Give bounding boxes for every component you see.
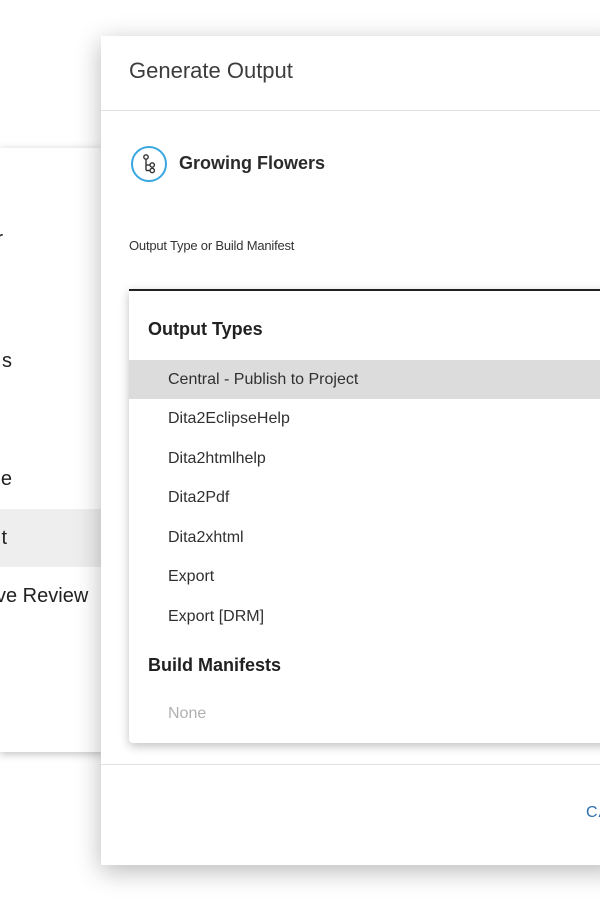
option-central-publish[interactable]: Central - Publish to Project <box>129 360 600 399</box>
option-dita2eclipsehelp[interactable]: Dita2EclipseHelp <box>129 399 600 438</box>
background-menu-item[interactable]: s <box>0 332 104 390</box>
dialog-title: Generate Output <box>129 58 293 83</box>
build-manifests-group-header: Build Manifests <box>148 655 282 675</box>
generate-output-dialog: Generate Output Growing Flowers Output T… <box>101 36 600 865</box>
option-dita2pdf[interactable]: Dita2Pdf <box>129 478 600 517</box>
footer-divider <box>101 764 600 765</box>
output-type-field-label: Output Type or Build Manifest <box>129 238 295 253</box>
background-menu-item[interactable]: r <box>0 210 104 268</box>
background-menu-item[interactable]: e <box>0 450 104 508</box>
option-none: None <box>168 705 207 722</box>
option-dita2xhtml[interactable]: Dita2xhtml <box>129 518 600 557</box>
option-dita2htmlhelp[interactable]: Dita2htmlhelp <box>129 439 600 478</box>
option-export-drm[interactable]: Export [DRM] <box>129 597 600 636</box>
output-type-dropdown[interactable]: Output Types Central - Publish to Projec… <box>129 289 600 743</box>
background-menu-item[interactable]: ve Review <box>0 567 104 625</box>
output-types-group-header: Output Types <box>148 319 263 339</box>
dialog-header: Generate Output <box>101 36 600 111</box>
cancel-button[interactable]: CA <box>586 804 600 822</box>
background-menu-item-active[interactable]: t <box>0 509 104 567</box>
project-name: Growing Flowers <box>179 153 326 173</box>
option-export[interactable]: Export <box>129 557 600 596</box>
hierarchy-icon <box>131 146 167 182</box>
background-context-menu: r s e t ve Review <box>0 148 104 752</box>
